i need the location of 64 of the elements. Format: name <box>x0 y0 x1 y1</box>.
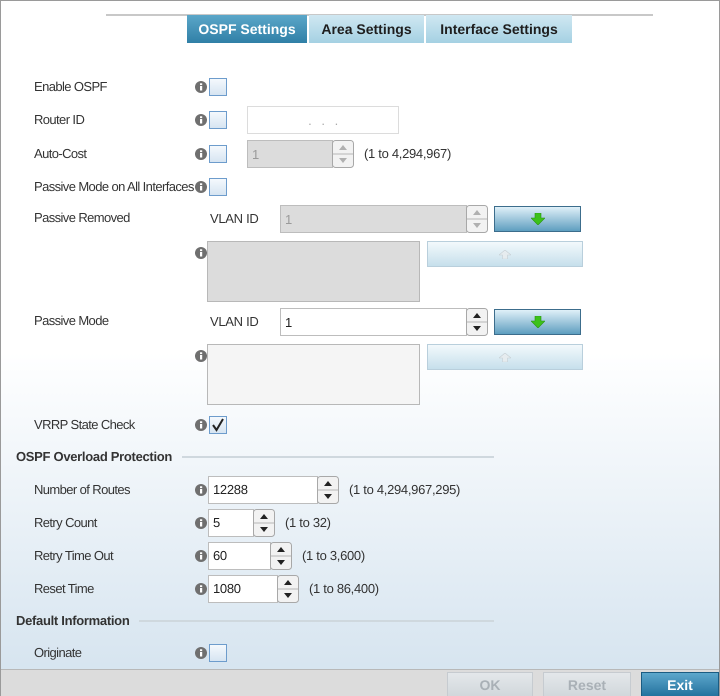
info-icon <box>195 181 207 193</box>
stepper-icon <box>466 308 488 336</box>
add-button[interactable] <box>494 309 581 335</box>
field-label: Auto-Cost <box>34 146 86 162</box>
stepper-icon <box>277 574 299 602</box>
info-icon <box>195 247 207 259</box>
stepper-icon <box>466 205 488 233</box>
stepper-icon <box>317 476 339 504</box>
checkbox[interactable] <box>209 644 227 662</box>
field-label: VLAN ID <box>210 210 260 228</box>
range-hint: (1 to 4,294,967,295) <box>349 480 460 499</box>
info-icon <box>195 114 207 126</box>
number-field[interactable]: 60 <box>208 542 271 570</box>
range-hint: (1 to 86,400) <box>309 580 379 598</box>
section-title: Default Information <box>16 612 130 630</box>
checkbox[interactable] <box>209 78 227 96</box>
tab[interactable]: Area Settings <box>309 15 424 43</box>
section-title: OSPF Overload Protection <box>16 448 172 466</box>
checkbox[interactable] <box>209 416 227 434</box>
field-label: Router ID <box>34 112 84 128</box>
range-hint: (1 to 4,294,967) <box>364 145 451 164</box>
range-hint: (1 to 32) <box>285 514 331 532</box>
info-icon <box>195 419 207 431</box>
list-box[interactable] <box>207 241 420 302</box>
info-icon <box>195 148 207 160</box>
checkbox[interactable] <box>209 178 227 196</box>
info-icon <box>195 484 207 496</box>
stepper-icon <box>270 542 292 570</box>
tab[interactable]: Interface Settings <box>426 15 572 43</box>
field-label: Number of Routes <box>34 482 130 497</box>
arrow-down-icon <box>530 213 544 225</box>
checkbox[interactable] <box>209 111 227 129</box>
info-icon <box>195 647 207 659</box>
field-label: Originate <box>34 645 82 660</box>
number-field[interactable]: 5 <box>208 508 254 536</box>
ip-address-field[interactable]: . . . <box>247 106 399 134</box>
info-icon <box>195 582 207 594</box>
stepper-icon <box>332 140 354 168</box>
range-hint: (1 to 3,600) <box>302 546 365 565</box>
add-button[interactable] <box>494 206 581 232</box>
field-label: Passive Mode <box>34 313 108 328</box>
number-field[interactable]: 1080 <box>208 574 278 602</box>
exit-button[interactable]: Exit <box>641 672 719 696</box>
check-icon <box>211 418 225 432</box>
field-label: VRRP State Check <box>34 417 135 432</box>
info-icon <box>195 516 207 528</box>
list-box[interactable] <box>207 344 420 405</box>
info-icon <box>195 81 207 93</box>
field-label: Reset Time <box>34 580 94 596</box>
stepper-icon <box>253 508 275 536</box>
info-icon <box>195 350 207 362</box>
field-label: Retry Time Out <box>34 548 114 563</box>
arrow-down-icon <box>530 316 544 328</box>
field-label: Passive Mode on All Interfaces <box>34 179 194 194</box>
number-field[interactable]: 12288 <box>208 476 318 504</box>
info-icon <box>195 550 207 562</box>
field-label: Passive Removed <box>34 210 130 225</box>
field-label: VLAN ID <box>210 313 260 332</box>
field-label: Retry Count <box>34 514 97 530</box>
field-label: Enable OSPF <box>34 79 107 94</box>
number-field[interactable]: 1 <box>280 308 467 336</box>
arrow-up-icon <box>499 352 511 362</box>
arrow-up-icon <box>499 250 511 258</box>
tab[interactable]: OSPF Settings <box>187 15 307 43</box>
